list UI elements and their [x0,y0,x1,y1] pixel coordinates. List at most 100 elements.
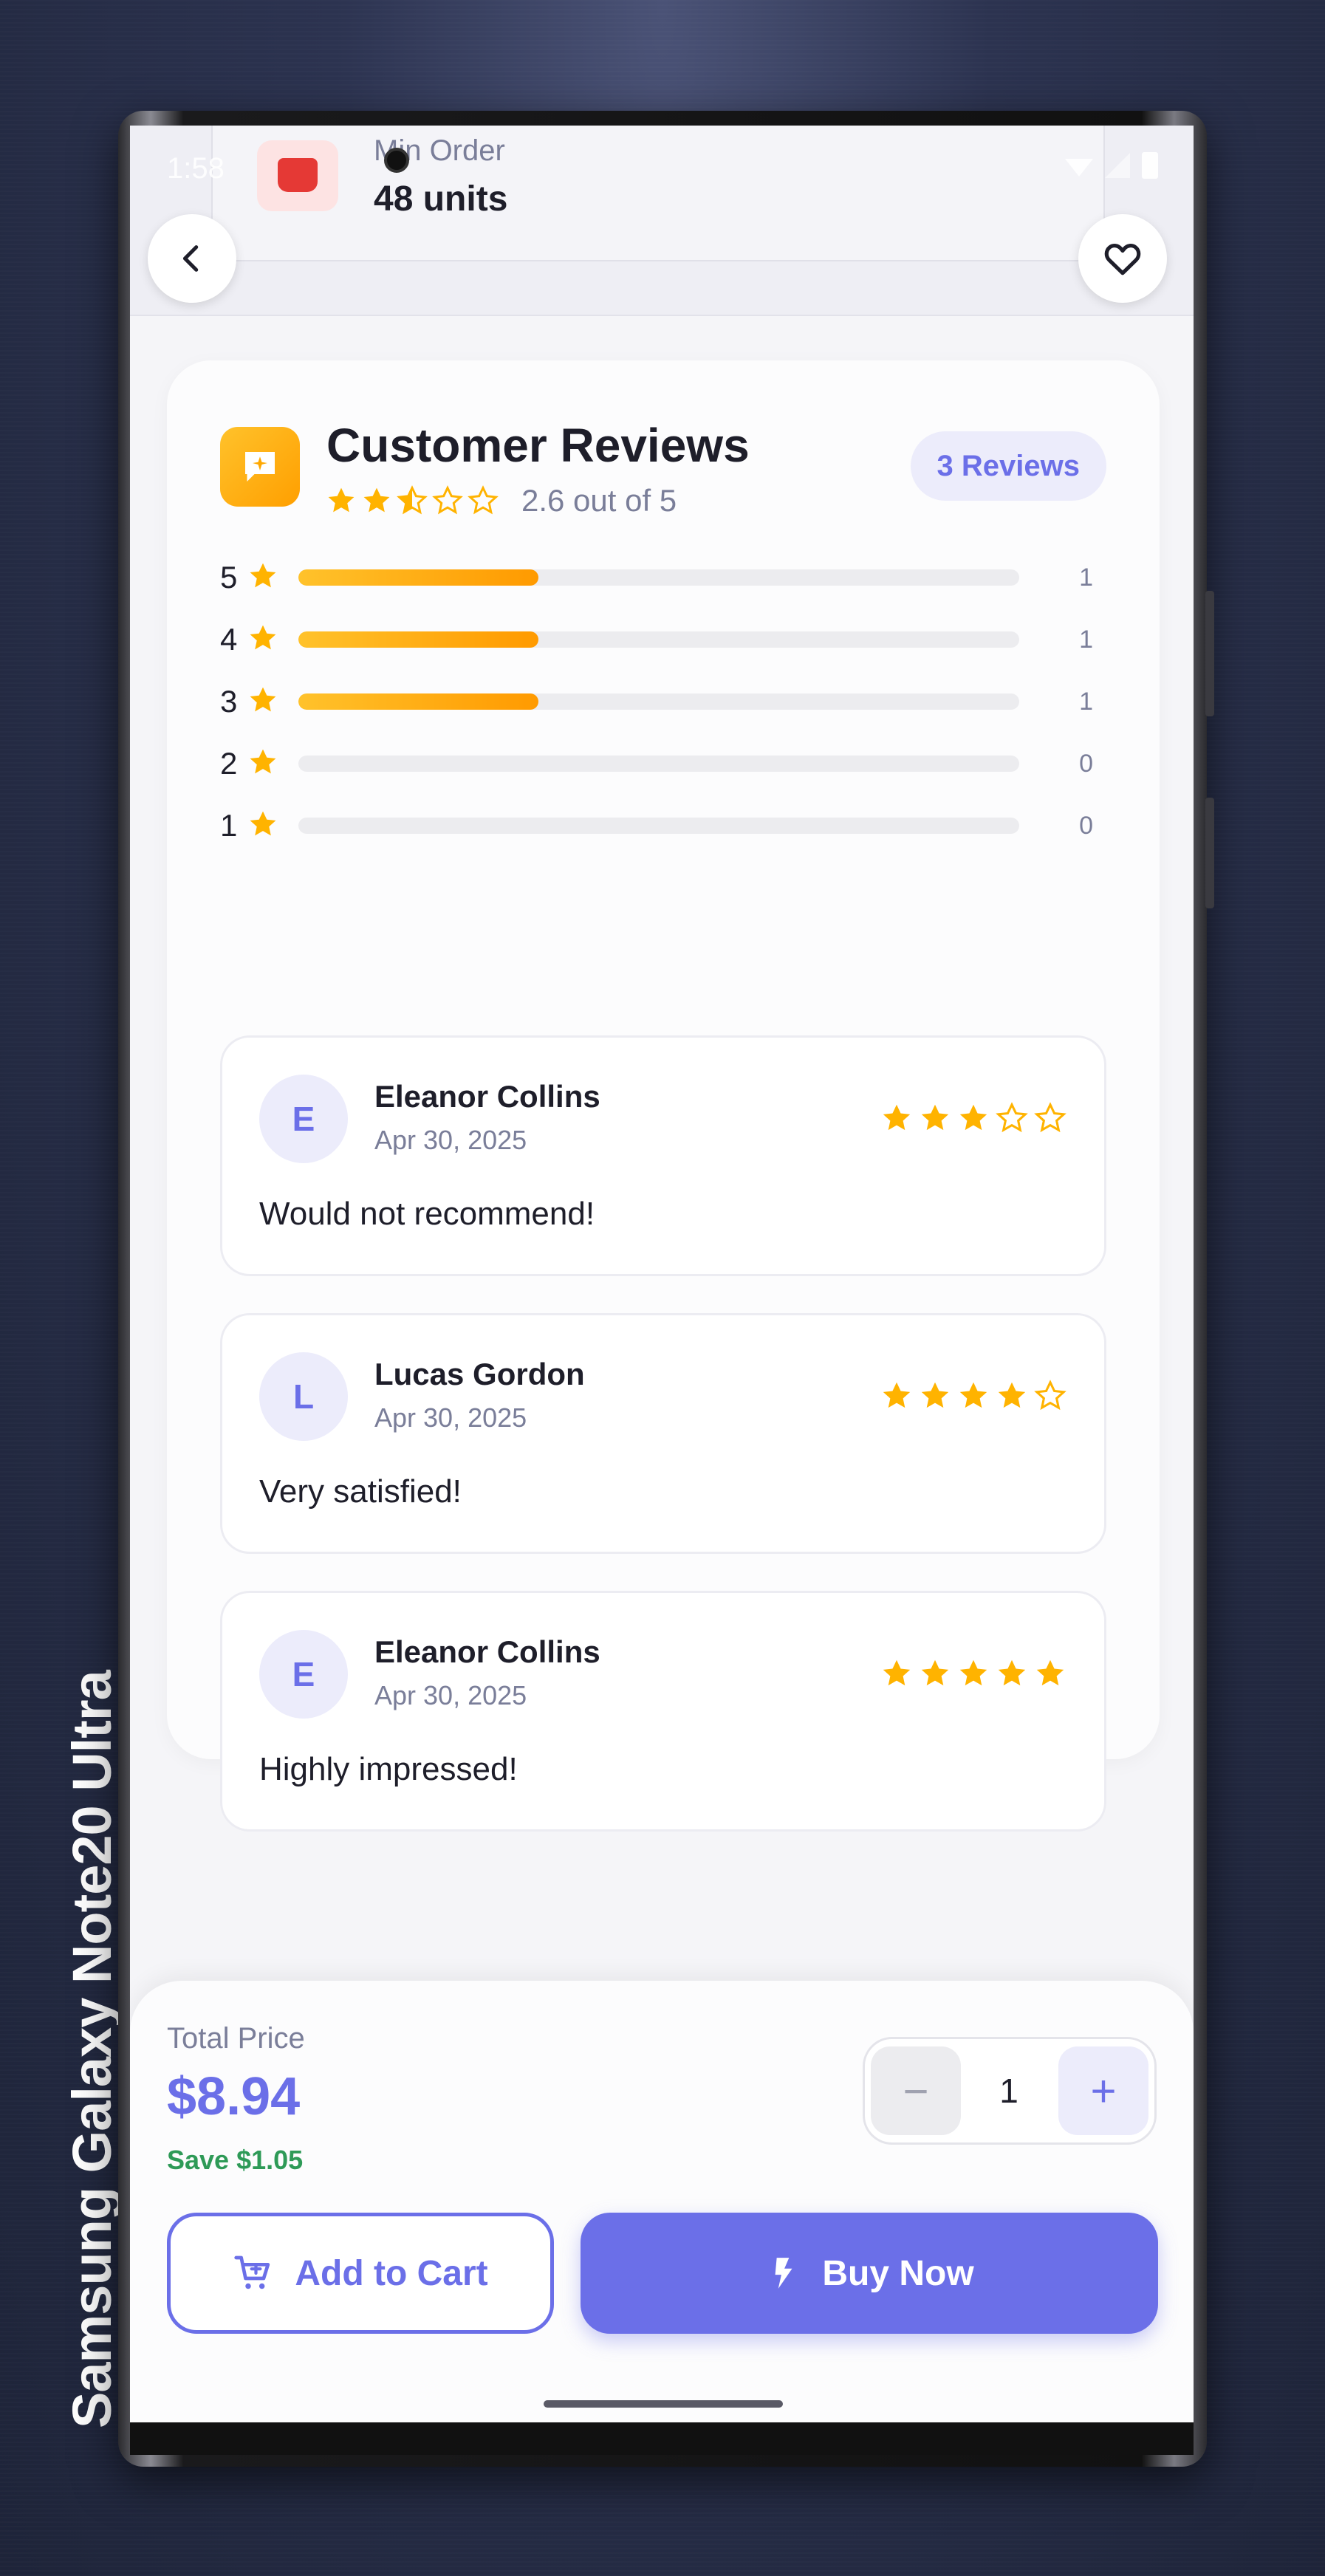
reviews-card: Customer Reviews 2.6 out of 5 3 Reviews … [167,360,1160,1832]
review-star-full-icon [995,1379,1029,1417]
reviewer-name: Eleanor Collins [374,1079,600,1114]
basket-icon [257,140,338,211]
reviewer-name: Lucas Gordon [374,1357,585,1391]
status-icons [1065,152,1158,179]
review-star-full-icon [918,1379,952,1417]
buy-now-label: Buy Now [822,2253,974,2293]
reviewer-name: Eleanor Collins [374,1634,600,1669]
average-star-empty-icon [431,484,464,521]
add-to-cart-button[interactable]: Add to Cart [167,2213,554,2334]
review-star-full-icon [880,1101,914,1139]
min-order-card [211,126,1105,261]
screen: Min Order 48 units 1:58 Customer Reviews… [130,126,1194,2422]
bolt-icon [775,2258,792,2289]
average-star-empty-icon [467,484,499,521]
back-button[interactable] [148,214,236,303]
review-star-full-icon [956,1657,990,1694]
status-time: 1:58 [167,152,225,185]
avatar: E [259,1075,348,1163]
average-rating-text: 2.6 out of 5 [521,483,677,518]
review-date: Apr 30, 2025 [374,1125,527,1155]
review-star-full-icon [956,1101,990,1139]
total-price-value: $8.94 [167,2067,301,2126]
chat-sparkle-icon [220,427,300,507]
total-price-label: Total Price [167,2022,305,2055]
distribution-star-number: 4 [220,622,238,657]
review-star-full-icon [880,1657,914,1694]
buy-now-button[interactable]: Buy Now [581,2213,1158,2334]
distribution-star-number: 1 [220,808,238,843]
review-star-full-icon [880,1379,914,1417]
savings-text: Save $1.05 [167,2145,304,2175]
review-star-full-icon [956,1379,990,1417]
review-star-empty-icon [1033,1101,1067,1139]
reviews-count-badge[interactable]: 3 Reviews [910,431,1106,501]
distribution-bar-track [298,756,1019,772]
review-star-empty-icon [1033,1379,1067,1417]
distribution-count: 0 [1079,749,1093,778]
distribution-count: 1 [1079,625,1093,654]
average-star-half-icon [396,484,428,521]
distribution-bar-track [298,818,1019,834]
signal-icon [1105,153,1130,178]
review-text: Would not recommend! [259,1196,595,1232]
quantity-stepper: − 1 + [863,2037,1157,2145]
review-star-empty-icon [995,1101,1029,1139]
add-to-cart-label: Add to Cart [295,2253,488,2293]
camera-cutout [384,148,409,173]
wifi-icon [1065,159,1093,177]
star-icon [247,808,298,844]
distribution-count: 1 [1079,563,1093,592]
review-date: Apr 30, 2025 [374,1680,527,1710]
distribution-star-number: 2 [220,746,238,781]
favorite-button[interactable] [1078,214,1167,303]
heart-icon [1104,244,1141,275]
decrease-quantity-button[interactable]: − [871,2046,961,2135]
review-item: E Eleanor Collins Apr 30, 2025 Would not… [220,1035,1106,1276]
min-order-value: 48 units [374,179,508,219]
review-star-full-icon [995,1657,1029,1694]
avatar: L [259,1352,348,1441]
distribution-star-number: 5 [220,560,238,595]
quantity-value: 1 [999,2072,1018,2110]
home-indicator [544,2400,783,2408]
distribution-count: 1 [1079,687,1093,716]
device-label: Samsung Galaxy Note20 Ultra [61,1671,123,2428]
distribution-bar-track [298,569,1019,586]
star-icon [247,560,298,596]
average-star-full-icon [360,484,393,521]
cart-icon [234,2255,270,2289]
battery-icon [1142,152,1158,179]
distribution-row: 4 1 [220,617,1129,662]
distribution-row: 2 0 [220,741,1129,786]
distribution-bar-track [298,631,1019,648]
reviews-title: Customer Reviews [326,419,750,472]
review-rating [880,1657,1067,1694]
review-rating [880,1379,1067,1417]
distribution-count: 0 [1079,811,1093,840]
distribution-row: 5 1 [220,555,1129,600]
power-button [1205,798,1214,908]
review-rating [880,1101,1067,1139]
volume-button [1205,591,1214,716]
distribution-star-number: 3 [220,684,238,719]
review-star-full-icon [918,1101,952,1139]
product-header: Min Order 48 units 1:58 [130,126,1194,316]
star-icon [247,622,298,658]
star-icon [247,684,298,720]
distribution-row: 3 1 [220,679,1129,724]
avatar: E [259,1630,348,1719]
distribution-bar-track [298,693,1019,710]
review-text: Highly impressed! [259,1751,518,1787]
chevron-left-icon [182,245,199,272]
average-star-full-icon [325,484,357,521]
purchase-bar: Total Price $8.94 Save $1.05 − 1 + Add t… [130,1981,1194,2422]
star-icon [247,746,298,782]
review-item: L Lucas Gordon Apr 30, 2025 Very satisfi… [220,1313,1106,1554]
review-star-full-icon [918,1657,952,1694]
review-date: Apr 30, 2025 [374,1402,527,1433]
increase-quantity-button[interactable]: + [1058,2046,1148,2135]
bottom-bezel [130,2422,1194,2455]
average-stars [325,484,499,521]
review-item: E Eleanor Collins Apr 30, 2025 Highly im… [220,1591,1106,1832]
